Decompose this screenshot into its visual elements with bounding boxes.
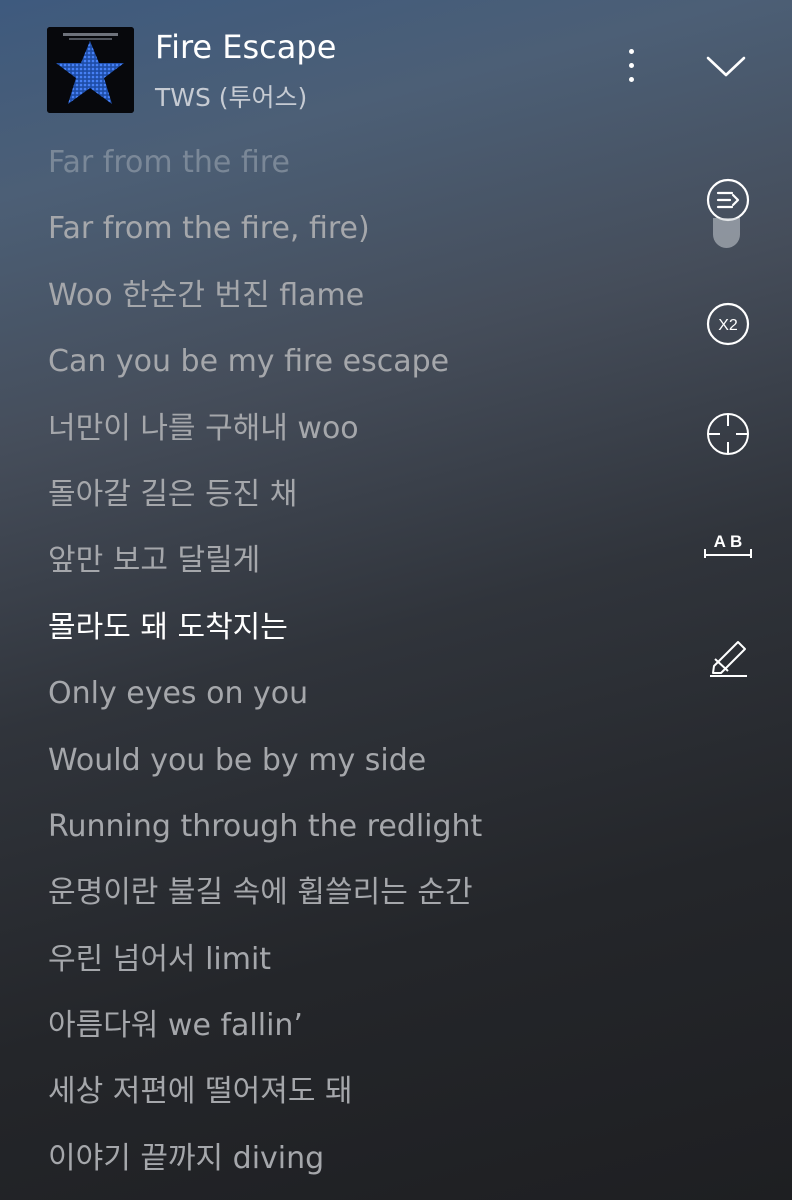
lyric-line[interactable]: Can you be my fire escape bbox=[48, 329, 668, 395]
highlight-button[interactable] bbox=[700, 626, 756, 682]
locate-current-line-button[interactable] bbox=[700, 406, 756, 462]
lyric-line[interactable]: Only eyes on you bbox=[48, 661, 668, 727]
lyric-line[interactable]: 앞만 보고 달릴게 bbox=[48, 528, 668, 594]
lyric-line[interactable]: 돌아갈 길은 등진 채 bbox=[48, 462, 668, 528]
lyric-line[interactable]: Far from the fire, fire) bbox=[48, 196, 668, 262]
lyric-line[interactable]: 세상 저편에 떨어져도 돼 bbox=[48, 1059, 668, 1125]
scroll-indicator[interactable] bbox=[713, 218, 740, 248]
song-title: Fire Escape bbox=[155, 28, 337, 66]
speed-label: X2 bbox=[718, 317, 738, 334]
artist-name[interactable]: TWS (투어스) bbox=[155, 78, 307, 114]
ab-repeat-button[interactable]: A B bbox=[700, 516, 756, 572]
crosshair-icon bbox=[707, 413, 749, 455]
ab-repeat-icon: A B bbox=[704, 532, 752, 558]
album-cover bbox=[47, 27, 134, 113]
lyric-line[interactable]: Woo 한순간 번진 flame bbox=[48, 263, 668, 329]
lyric-line-current[interactable]: 몰라도 돼 도착지는 bbox=[48, 595, 668, 661]
more-options-button[interactable] bbox=[616, 40, 646, 90]
more-vertical-icon bbox=[628, 48, 634, 54]
lyric-line[interactable]: 운명이란 불길 속에 휩쓸리는 순간 bbox=[48, 860, 668, 926]
player-header: Fire Escape TWS (투어스) bbox=[0, 0, 792, 130]
lyric-line[interactable]: 이야기 끝까지 diving bbox=[48, 1126, 668, 1192]
lyric-line[interactable]: Would you be by my side bbox=[48, 728, 668, 794]
lyrics-list: Far from the fire Far from the fire, fire… bbox=[48, 130, 668, 1192]
lyric-line[interactable]: Far from the fire bbox=[48, 130, 668, 196]
playback-speed-icon: X2 bbox=[706, 302, 750, 346]
lyric-line[interactable]: 우린 넘어서 limit bbox=[48, 927, 668, 993]
playback-speed-button[interactable]: X2 bbox=[700, 296, 756, 352]
highlighter-icon bbox=[710, 641, 747, 677]
lyric-line[interactable]: Running through the redlight bbox=[48, 794, 668, 860]
lyric-line[interactable]: 너만이 나를 구해내 woo bbox=[48, 396, 668, 462]
ab-label: A B bbox=[714, 532, 743, 551]
lyrics-tools: X2 A B bbox=[690, 0, 790, 1200]
lyric-line[interactable]: 아름다워 we fallin’ bbox=[48, 993, 668, 1059]
